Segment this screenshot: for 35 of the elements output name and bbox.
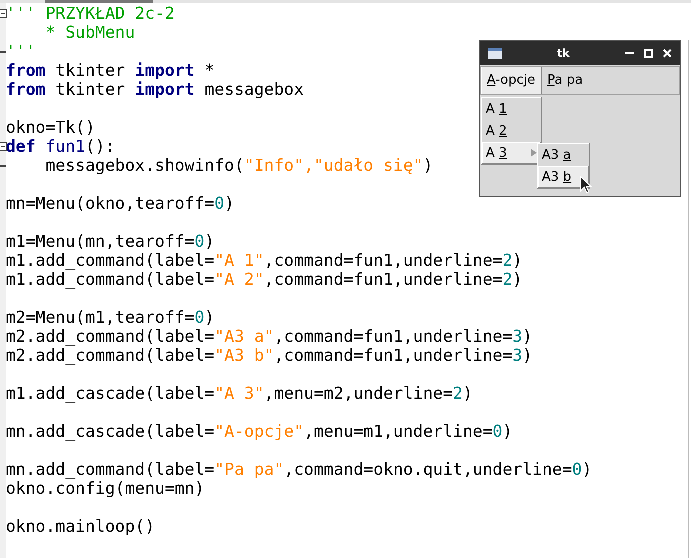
menu-item[interactable]: A3 a: [538, 144, 589, 166]
code-line: from tkinter import *: [6, 61, 215, 80]
code-line: mn.add_command(label="Pa pa",command=okno.quit,underline=0): [6, 460, 592, 479]
menu-item[interactable]: A 2: [482, 120, 541, 142]
code-line: mn.add_cascade(label="A-opcje",menu=m1,underline=0): [6, 422, 513, 441]
code-line: m1.add_cascade(label="A 3",menu=m2,underline=2): [6, 384, 473, 403]
menubar-item[interactable]: A-opcje: [481, 67, 542, 94]
code-line: m2.add_command(label="A3 a",command=fun1,underline=3): [6, 327, 533, 346]
code-line: from tkinter import messagebox: [6, 80, 304, 99]
code-line: m2=Menu(m1,tearoff=0): [6, 308, 215, 327]
fold-icon[interactable]: [0, 9, 7, 18]
menubar-item[interactable]: Pa pa: [542, 67, 590, 94]
fold-icon[interactable]: [0, 142, 7, 151]
code-line: mn=Menu(okno,tearoff=0): [6, 194, 234, 213]
code-line: def fun1():: [6, 137, 116, 156]
window-icon: [488, 48, 502, 58]
scrollbar-thumb[interactable]: [45, 0, 153, 3]
code-line: m1=Menu(mn,tearoff=0): [6, 232, 215, 251]
close-icon[interactable]: [663, 48, 672, 58]
code-line: * SubMenu: [44, 23, 136, 42]
window-title: tk: [556, 46, 571, 60]
menu-item[interactable]: A 3: [482, 142, 541, 164]
code-line: m2.add_command(label="A3 b",command=fun1,underline=3): [6, 346, 533, 365]
menu-item[interactable]: A3 b: [538, 166, 589, 188]
submenu-arrow-icon: [531, 149, 537, 157]
code-line: ''' PRZYKŁAD 2c-2: [6, 4, 175, 23]
code-line: okno.mainloop(): [6, 517, 156, 536]
code-line: ''': [6, 42, 36, 61]
code-line: m1.add_command(label="A 2",command=fun1,underline=2): [6, 270, 523, 289]
menu-item[interactable]: A 1: [482, 98, 541, 120]
code-line: m1.add_command(label="A 1",command=fun1,underline=2): [6, 251, 523, 270]
code-line: okno=Tk(): [6, 118, 96, 137]
code-line: messagebox.showinfo("Info","udało się"): [44, 156, 434, 175]
code-line: okno.config(menu=mn): [6, 479, 205, 498]
maximize-icon[interactable]: [644, 48, 653, 58]
